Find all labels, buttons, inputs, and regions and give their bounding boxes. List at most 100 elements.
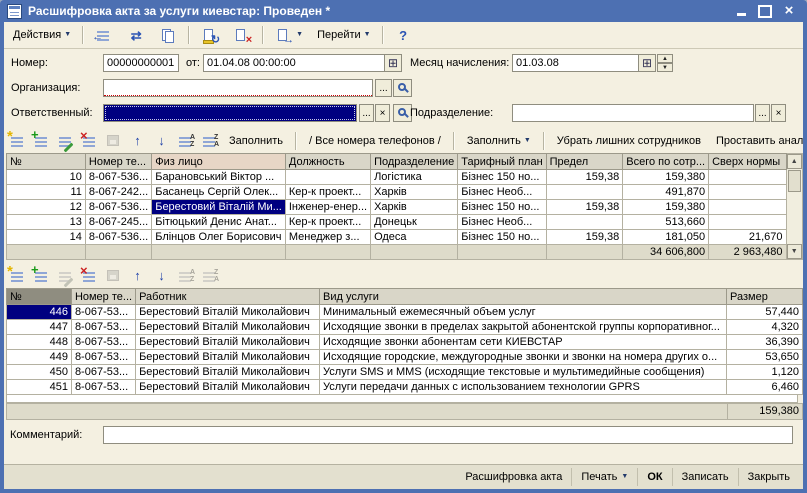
column-header[interactable]: Номер те... <box>85 154 151 170</box>
edit-row-icon <box>57 268 74 284</box>
organization-search-button[interactable] <box>393 79 412 97</box>
scroll-thumb[interactable] <box>788 170 802 192</box>
main-toolbar: Действия ▼ ← ⇄ ↻ × → ▼ <box>4 22 803 49</box>
sort-asc-button[interactable]: AZ <box>175 267 196 285</box>
edit-row-button[interactable] <box>55 132 76 150</box>
column-header[interactable]: Сверх нормы <box>709 154 786 170</box>
table-row[interactable]: 10 8-067-536... Барановський Віктор ... … <box>7 170 787 185</box>
help-button[interactable]: ? <box>389 25 418 46</box>
responsible-input[interactable] <box>104 105 356 121</box>
delete-row-button[interactable]: × <box>79 132 100 150</box>
column-header[interactable]: Предел <box>546 154 623 170</box>
edit-row-button[interactable] <box>55 267 76 285</box>
column-header[interactable]: № <box>7 289 72 305</box>
close-icon[interactable]: × <box>782 4 796 18</box>
responsible-clear-button[interactable]: × <box>375 104 390 122</box>
table-row-selected[interactable]: 12 8-067-536... Берестовий Віталій Ми...… <box>7 200 787 215</box>
arrow-up-icon: ↑ <box>129 133 146 149</box>
scroll-down-button[interactable]: ▼ <box>787 244 803 259</box>
month-calendar-button[interactable]: ⊞ <box>638 55 655 71</box>
ok-button[interactable]: ОК <box>637 468 671 486</box>
column-header[interactable]: Работник <box>136 289 320 305</box>
table-row[interactable]: 13 8-067-245... Бітюцький Денис Анат... … <box>7 215 787 230</box>
fill-button[interactable]: Заполнить <box>223 133 289 149</box>
division-clear-button[interactable]: × <box>771 104 786 122</box>
undo-posting-button[interactable]: × <box>227 24 257 47</box>
comment-label: Комментарий: <box>10 429 103 441</box>
create-based-on-button[interactable]: → ▼ <box>269 24 309 47</box>
move-down-button[interactable]: ↓ <box>151 132 172 150</box>
employees-header-row: № Номер те... Физ лицо Должность Подразд… <box>7 154 787 170</box>
column-header[interactable]: № <box>7 154 86 170</box>
date-input[interactable] <box>204 55 384 71</box>
column-header[interactable]: Всего по сотр... <box>623 154 709 170</box>
minimize-icon[interactable] <box>734 4 748 18</box>
actions-button[interactable]: Действия ▼ <box>7 26 77 44</box>
move-up-button[interactable]: ↑ <box>127 132 148 150</box>
fill-menu-button[interactable]: Заполнить▼ <box>461 133 537 149</box>
comment-input[interactable] <box>104 427 792 443</box>
copy-button[interactable] <box>153 24 183 47</box>
move-down-button[interactable]: ↓ <box>151 267 172 285</box>
spinner-down-button[interactable]: ▼ <box>657 63 673 72</box>
number-input[interactable] <box>104 55 178 71</box>
scroll-up-button[interactable]: ▲ <box>787 154 803 169</box>
add-row-button[interactable]: * <box>7 132 28 150</box>
table-row[interactable]: 451 8-067-53... Берестовий Віталій Микол… <box>7 380 803 395</box>
scroll-track[interactable] <box>787 193 803 244</box>
magnifier-icon <box>398 83 406 91</box>
go-button[interactable]: Перейти ▼ <box>311 26 377 44</box>
move-up-button[interactable]: ↑ <box>127 267 148 285</box>
selected-cell[interactable]: Берестовий Віталій Ми... <box>152 200 286 215</box>
maximize-icon[interactable] <box>758 4 772 18</box>
column-header[interactable]: Подразделение <box>371 154 458 170</box>
all-phone-numbers-button[interactable]: / Все номера телефонов / <box>303 133 447 149</box>
column-header[interactable]: Вид услуги <box>320 289 727 305</box>
copy-row-icon: + <box>33 133 50 149</box>
copy-row-button[interactable]: + <box>31 132 52 150</box>
set-analytics-button[interactable]: Проставить аналитику▼ <box>710 133 803 149</box>
column-header[interactable]: Должность <box>285 154 370 170</box>
sort-desc-button[interactable]: ZA <box>199 267 220 285</box>
table-row[interactable]: 14 8-067-536... Блінцов Олег Борисович М… <box>7 230 787 245</box>
sort-asc-button[interactable]: AZ <box>175 132 196 150</box>
refresh-button[interactable]: ⇄ <box>121 24 151 47</box>
division-input[interactable] <box>513 105 753 121</box>
comment-row: Комментарий: <box>4 422 803 446</box>
column-header[interactable]: Номер те... <box>71 289 135 305</box>
table-row[interactable]: 11 8-067-242... Басанець Сергій Олек... … <box>7 185 787 200</box>
employees-scrollbar[interactable]: ▲ ▼ <box>787 153 804 260</box>
apply-button[interactable] <box>103 267 124 285</box>
table-row[interactable]: 450 8-067-53... Берестовий Віталій Микол… <box>7 365 803 380</box>
total-over-value: 2 963,480 <box>709 245 786 260</box>
employees-table: № Номер те... Физ лицо Должность Подразд… <box>6 153 787 260</box>
reread-button[interactable]: ← <box>89 24 119 47</box>
delete-row-button[interactable]: × <box>79 267 100 285</box>
apply-button[interactable] <box>103 132 124 150</box>
save-button[interactable]: Записать <box>672 468 738 486</box>
table-row-selected[interactable]: 446 8-067-53... Берестовий Віталій Микол… <box>7 305 803 320</box>
table-row[interactable]: 449 8-067-53... Берестовий Віталій Микол… <box>7 350 803 365</box>
column-header[interactable]: Физ лицо <box>152 154 286 170</box>
copy-row-button[interactable]: + <box>31 267 52 285</box>
close-button[interactable]: Закрыть <box>738 468 799 486</box>
organization-ellipsis-button[interactable]: ... <box>375 79 392 97</box>
month-input[interactable] <box>513 55 638 71</box>
date-calendar-button[interactable]: ⊞ <box>384 55 401 71</box>
print-button[interactable]: Печать▼ <box>571 468 637 486</box>
services-total-value: 159,380 <box>727 403 803 420</box>
responsible-ellipsis-button[interactable]: ... <box>359 104 374 122</box>
act-decrypt-button[interactable]: Расшифровка акта <box>456 468 571 486</box>
remove-extra-employees-button[interactable]: Убрать лишних сотрудников <box>551 133 707 149</box>
spinner-up-button[interactable]: ▲ <box>657 54 673 63</box>
post-document-button[interactable]: ↻ <box>195 24 225 47</box>
add-row-button[interactable]: * <box>7 267 28 285</box>
selected-cell[interactable]: 446 <box>7 305 72 320</box>
table-row[interactable]: 448 8-067-53... Берестовий Віталій Микол… <box>7 335 803 350</box>
organization-input[interactable] <box>104 80 372 96</box>
column-header[interactable]: Размер <box>727 289 803 305</box>
division-ellipsis-button[interactable]: ... <box>755 104 770 122</box>
column-header[interactable]: Тарифный план <box>458 154 546 170</box>
table-row[interactable]: 447 8-067-53... Берестовий Віталій Микол… <box>7 320 803 335</box>
sort-desc-button[interactable]: ZA <box>199 132 220 150</box>
